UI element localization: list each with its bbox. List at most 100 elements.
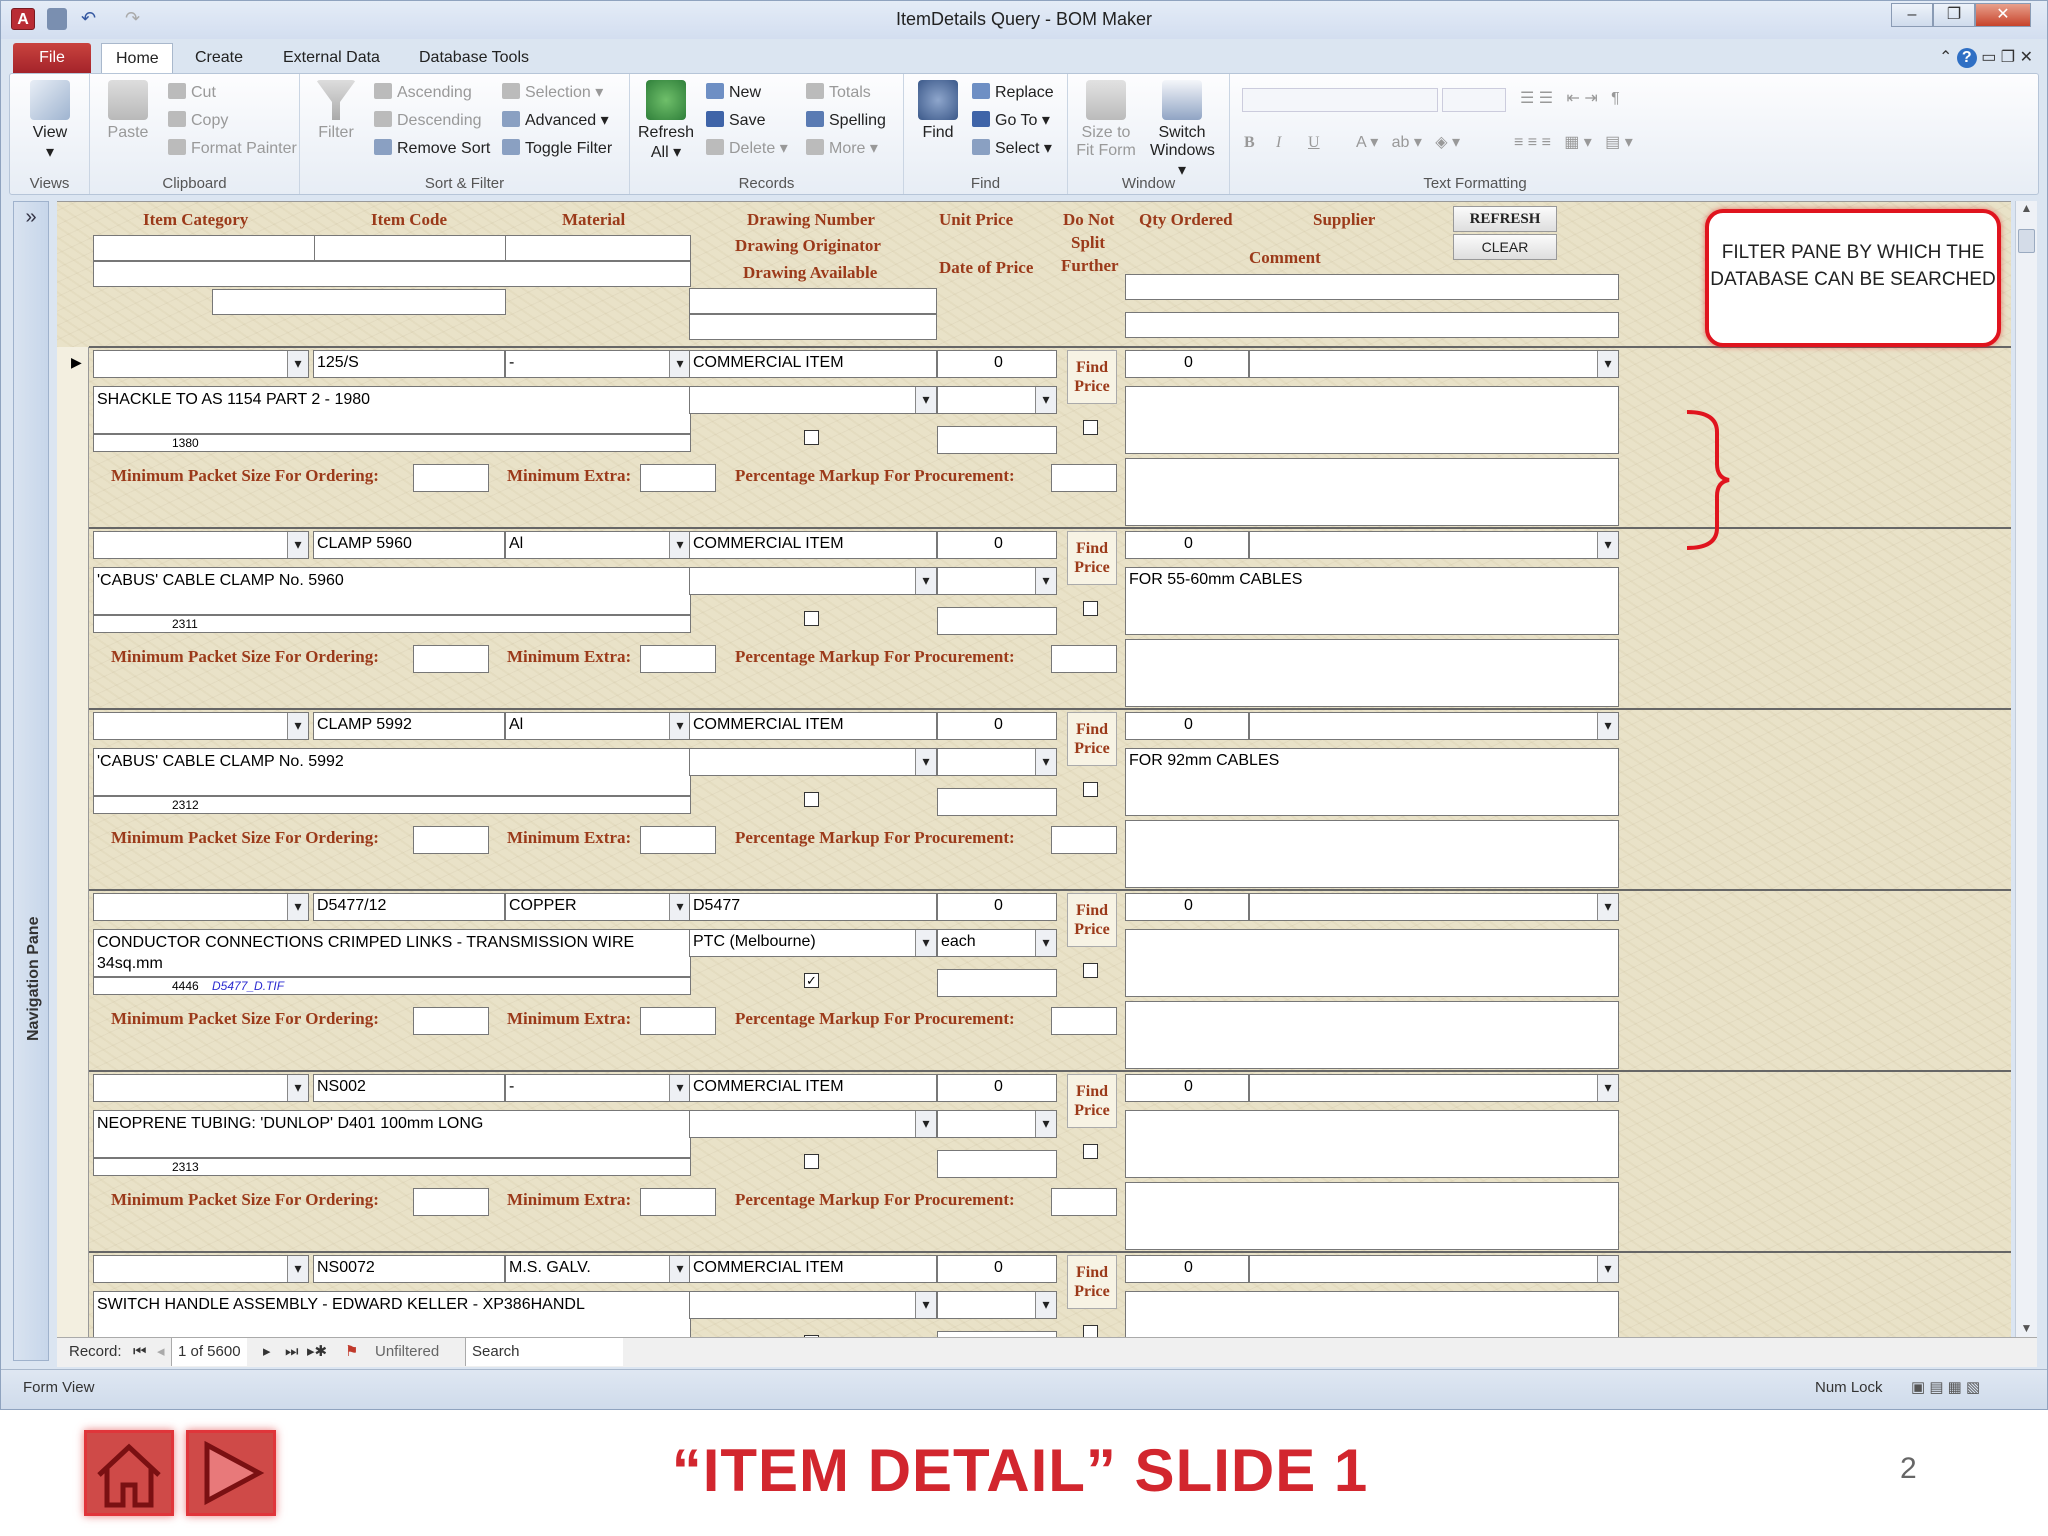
totals-button[interactable]: Totals (806, 80, 871, 106)
pct-markup-field[interactable] (1051, 464, 1117, 492)
drawing-number-field[interactable]: COMMERCIAL ITEM (689, 531, 937, 559)
filter-item-code[interactable] (314, 235, 506, 261)
bullets-icon[interactable]: ☰ ☰ ⇤ ⇥ ¶ (1520, 86, 1620, 112)
minimize-button[interactable]: – (1891, 3, 1933, 27)
find-price-button[interactable]: Find Price (1067, 893, 1117, 947)
min-packet-field[interactable] (413, 826, 489, 854)
drawing-originator-select[interactable] (689, 567, 937, 595)
material-select[interactable]: COPPER (505, 893, 691, 921)
do-not-split-checkbox[interactable] (1083, 1144, 1098, 1159)
remove-sort-button[interactable]: Remove Sort (374, 136, 490, 162)
goto-button[interactable]: Go To ▾ (972, 108, 1050, 134)
expand-chevron-icon[interactable]: » (14, 206, 48, 229)
qty-ordered-field[interactable]: 0 (1125, 712, 1249, 740)
font-color-icon[interactable]: A ▾ ab ▾ ◈ ▾ (1356, 130, 1460, 156)
drawing-originator-select[interactable] (689, 1110, 937, 1138)
unit-price-field[interactable]: 0 (937, 350, 1057, 378)
unit-select[interactable] (937, 1110, 1057, 1138)
tab-file[interactable]: File (13, 43, 91, 73)
do-not-split-checkbox[interactable] (1083, 1325, 1098, 1337)
drawing-number-field[interactable]: D5477 (689, 893, 937, 921)
pct-markup-field[interactable] (1051, 1188, 1117, 1216)
description-field[interactable]: 'CABUS' CABLE CLAMP No. 5960 (93, 567, 691, 615)
min-packet-field[interactable] (413, 645, 489, 673)
material-select[interactable]: Al (505, 712, 691, 740)
drawing-originator-select[interactable] (689, 386, 937, 414)
home-button[interactable] (84, 1430, 174, 1516)
min-extra-field[interactable] (640, 826, 716, 854)
more-button[interactable]: More ▾ (806, 136, 878, 162)
material-select[interactable]: Al (505, 531, 691, 559)
description-field[interactable]: SHACKLE TO AS 1154 PART 2 - 1980 (93, 386, 691, 434)
description-field[interactable]: NEOPRENE TUBING: 'DUNLOP' D401 100mm LON… (93, 1110, 691, 1158)
unit-select[interactable] (937, 567, 1057, 595)
drawing-originator-select[interactable] (689, 1291, 937, 1319)
filter-id[interactable] (212, 289, 506, 315)
item-code-field[interactable]: 125/S (313, 350, 505, 378)
unit-price-field[interactable]: 0 (937, 893, 1057, 921)
comment-field[interactable] (1125, 929, 1619, 997)
item-code-field[interactable]: NS002 (313, 1074, 505, 1102)
comment-field[interactable]: FOR 55-60mm CABLES (1125, 567, 1619, 635)
do-not-split-checkbox[interactable] (1083, 782, 1098, 797)
item-code-field[interactable]: NS0072 (313, 1255, 505, 1283)
min-extra-field[interactable] (640, 1007, 716, 1035)
find-price-button[interactable]: Find Price (1067, 531, 1117, 585)
filter-comment[interactable] (1125, 312, 1619, 338)
switch-windows-button[interactable]: Switch Windows ▾ (1150, 80, 1215, 179)
min-packet-field[interactable] (413, 464, 489, 492)
find-price-button[interactable]: Find Price (1067, 1255, 1117, 1309)
tab-home[interactable]: Home (101, 43, 173, 73)
new-record-nav-icon[interactable]: ▸✱ (307, 1338, 327, 1366)
pct-markup-field[interactable] (1051, 645, 1117, 673)
item-id-field[interactable]: 2313 (93, 1158, 691, 1176)
min-extra-field[interactable] (640, 1188, 716, 1216)
qty-ordered-field[interactable]: 0 (1125, 531, 1249, 559)
filter-state[interactable]: Unfiltered (375, 1338, 439, 1366)
qty-ordered-field[interactable]: 0 (1125, 1255, 1249, 1283)
unit-select[interactable]: each (937, 929, 1057, 957)
navigation-pane[interactable]: » Navigation Pane (13, 201, 49, 1361)
select-button[interactable]: Select ▾ (972, 136, 1052, 162)
min-extra-field[interactable] (640, 464, 716, 492)
drawing-available-checkbox[interactable]: ✓ (804, 973, 819, 988)
date-of-price-field[interactable] (937, 788, 1057, 816)
toggle-filter-button[interactable]: Toggle Filter (502, 136, 612, 162)
date-of-price-field[interactable] (937, 426, 1057, 454)
unit-price-field[interactable]: 0 (937, 531, 1057, 559)
italic-button[interactable]: I (1276, 130, 1281, 156)
item-category-select[interactable] (93, 1074, 309, 1102)
record-selector-column[interactable] (57, 347, 89, 1337)
descending-button[interactable]: Descending (374, 108, 482, 134)
scroll-up-icon[interactable]: ▲ (2016, 201, 2037, 215)
comment-field[interactable]: FOR 92mm CABLES (1125, 748, 1619, 816)
clear-filter-button[interactable]: CLEAR (1453, 234, 1557, 260)
next-record-icon[interactable]: ▸ (263, 1338, 271, 1366)
comment-field[interactable] (1125, 1110, 1619, 1178)
date-of-price-field[interactable] (937, 607, 1057, 635)
description-field[interactable]: CONDUCTOR CONNECTIONS CRIMPED LINKS - TR… (93, 929, 691, 977)
item-code-field[interactable]: CLAMP 5960 (313, 531, 505, 559)
comment-field[interactable] (1125, 1291, 1619, 1337)
scroll-down-icon[interactable]: ▼ (2016, 1321, 2037, 1335)
description-field[interactable]: 'CABUS' CABLE CLAMP No. 5992 (93, 748, 691, 796)
format-painter-button[interactable]: Format Painter (168, 136, 297, 162)
drawing-number-field[interactable]: COMMERCIAL ITEM (689, 1255, 937, 1283)
notes-field[interactable] (1125, 639, 1619, 707)
do-not-split-checkbox[interactable] (1083, 963, 1098, 978)
drawing-available-checkbox[interactable] (804, 1154, 819, 1169)
delete-record-button[interactable]: Delete ▾ (706, 136, 788, 162)
item-id-field[interactable]: 2312 (93, 796, 691, 814)
find-price-button[interactable]: Find Price (1067, 712, 1117, 766)
filter-qty-supplier[interactable] (1125, 274, 1619, 300)
filter-drawing-number[interactable] (689, 288, 937, 314)
material-select[interactable]: - (505, 350, 691, 378)
item-category-select[interactable] (93, 893, 309, 921)
do-not-split-checkbox[interactable] (1083, 601, 1098, 616)
drawing-available-checkbox[interactable] (804, 430, 819, 445)
supplier-select[interactable] (1249, 531, 1619, 559)
item-id-field[interactable]: 4446 (93, 977, 691, 995)
item-category-select[interactable] (93, 1255, 309, 1283)
drawing-number-field[interactable]: COMMERCIAL ITEM (689, 712, 937, 740)
unit-select[interactable] (937, 1291, 1057, 1319)
